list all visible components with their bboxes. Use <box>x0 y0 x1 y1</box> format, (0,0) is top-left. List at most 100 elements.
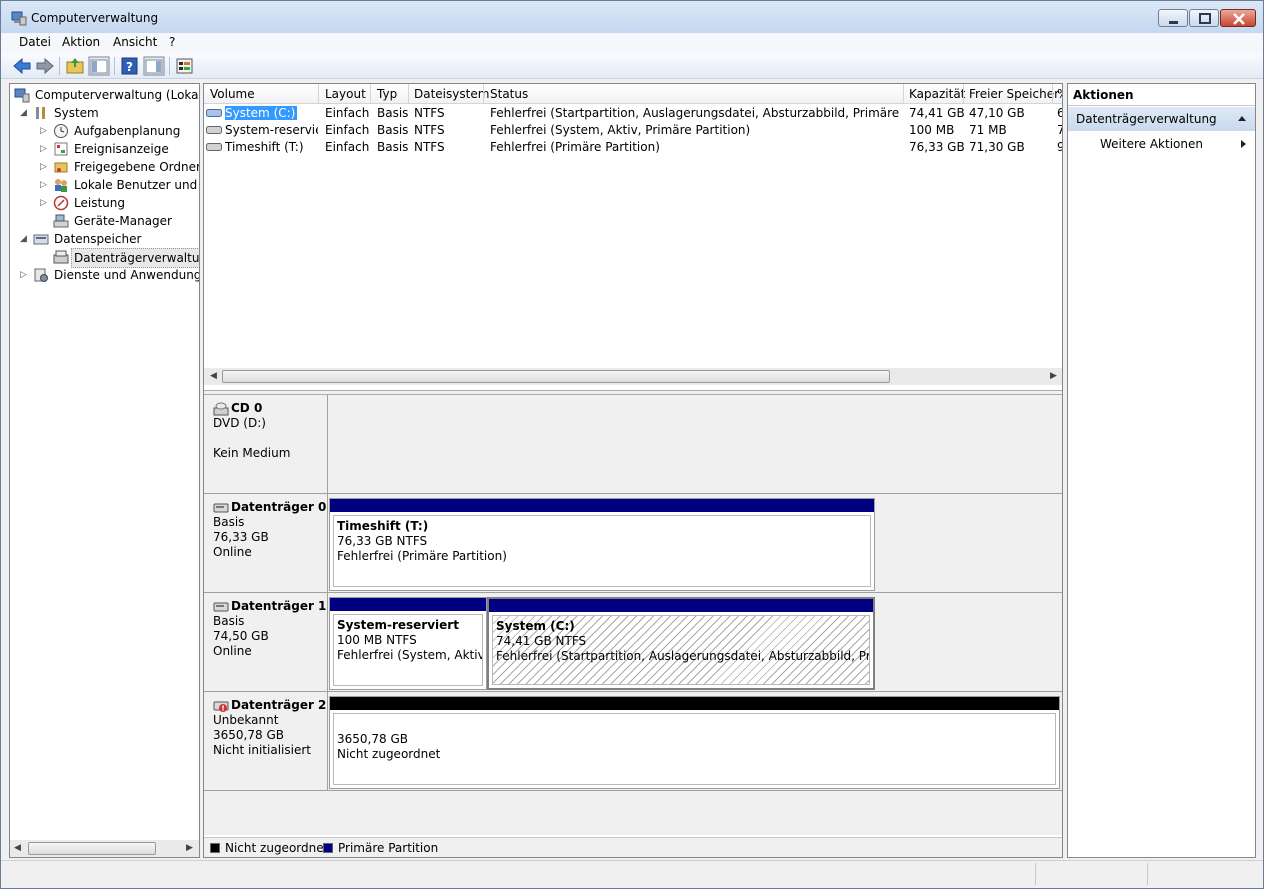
menu-bar: Datei Aktion Ansicht ? <box>1 33 1263 53</box>
disk-size: 74,50 GB <box>213 629 269 643</box>
title-bar: Computerverwaltung <box>1 1 1263 33</box>
expand-icon[interactable]: ▷ <box>40 140 47 158</box>
volume-row[interactable]: System (C:) Einfach Basis NTFS Fehlerfre… <box>204 105 1062 122</box>
status-divider <box>1035 863 1036 885</box>
column-volume[interactable]: Volume <box>210 87 255 101</box>
collapse-icon[interactable]: ◢ <box>20 230 27 248</box>
partition-status: Fehlerfrei (Startpartition, Auslagerungs… <box>496 649 869 663</box>
partition-system-reserviert[interactable]: System-reserviert 100 MB NTFS Fehlerfrei… <box>329 597 487 690</box>
column-divider[interactable] <box>903 84 904 104</box>
scroll-left-icon[interactable]: ◀ <box>210 371 217 381</box>
action-weitere-aktionen[interactable]: Weitere Aktionen <box>1068 134 1255 154</box>
cell-layout: Einfach <box>325 106 370 120</box>
expand-icon[interactable]: ▷ <box>40 158 47 176</box>
collapse-up-icon[interactable] <box>1237 114 1247 122</box>
tree-item-freigegebene-ordner[interactable]: ▷ Freigegebene Ordner <box>40 158 199 176</box>
cell-volume-text: System (C:) <box>225 106 298 120</box>
disk-label-cd0[interactable]: CD 0 DVD (D:) Kein Medium <box>204 395 328 494</box>
actions-section-header[interactable]: Datenträgerverwaltung <box>1068 107 1255 131</box>
tree-item-datenspeicher[interactable]: ◢ Datenspeicher <box>18 230 198 248</box>
disk-label-2[interactable]: Datenträger 2 Unbekannt 3650,78 GB Nicht… <box>204 692 328 791</box>
cd-drive-icon <box>213 402 229 416</box>
scroll-thumb[interactable] <box>28 842 156 855</box>
scroll-right-icon[interactable]: ▶ <box>1050 371 1057 381</box>
tree-item-root[interactable]: Computerverwaltung (Lokal) <box>14 86 199 104</box>
menu-aktion[interactable]: Aktion <box>62 35 100 49</box>
expand-icon[interactable]: ▷ <box>40 194 47 212</box>
properties-icon[interactable] <box>174 56 196 76</box>
column-divider[interactable] <box>963 84 964 104</box>
cell-volume: System-reserviert <box>225 123 318 137</box>
action-label: Weitere Aktionen <box>1100 137 1203 151</box>
cell-status: Fehlerfrei (System, Aktiv, Primäre Parti… <box>490 123 751 137</box>
computer-management-icon <box>14 88 30 103</box>
column-status[interactable]: Status <box>490 87 528 101</box>
disk-name: CD 0 <box>213 401 327 416</box>
expand-icon[interactable]: ▷ <box>40 176 47 194</box>
volume-list-horizontal-scrollbar[interactable]: ◀ ▶ <box>204 368 1062 385</box>
column-divider[interactable] <box>408 84 409 104</box>
status-divider <box>1147 863 1148 885</box>
volume-row[interactable]: System-reserviert Einfach Basis NTFS Feh… <box>204 122 1062 139</box>
cell-percent: 93 % <box>1057 140 1062 154</box>
column-layout[interactable]: Layout <box>325 87 366 101</box>
collapse-icon[interactable]: ◢ <box>20 104 27 122</box>
forward-icon[interactable] <box>34 56 56 76</box>
partition-system-c[interactable]: System (C:) 74,41 GB NTFS Fehlerfrei (St… <box>487 597 875 690</box>
hard-disk-icon <box>213 602 229 612</box>
column-divider[interactable] <box>483 84 484 104</box>
column-kapazitaet[interactable]: Kapazität <box>909 87 965 101</box>
tree-horizontal-scrollbar[interactable]: ◀ ▶ <box>10 840 199 857</box>
scroll-thumb[interactable] <box>222 370 890 383</box>
close-button[interactable] <box>1220 9 1256 27</box>
services-icon <box>34 268 48 282</box>
tree-item-system[interactable]: ◢ System <box>18 104 198 122</box>
disk-label-0[interactable]: Datenträger 0 Basis 76,33 GB Online <box>204 494 328 593</box>
minimize-button[interactable] <box>1158 9 1188 27</box>
partition-name: System (C:) <box>496 619 575 633</box>
disk-row-0: Datenträger 0 Basis 76,33 GB Online Time… <box>204 494 1062 593</box>
tree-label-leistung: Leistung <box>74 196 125 210</box>
actions-title: Aktionen <box>1068 84 1255 106</box>
device-manager-icon <box>53 214 69 228</box>
show-hide-action-icon[interactable] <box>143 56 165 76</box>
tree-item-datentraegerverwaltung[interactable]: Datenträgerverwaltung <box>40 248 199 268</box>
show-hide-tree-icon[interactable] <box>88 56 110 76</box>
partition-bar <box>330 697 1059 710</box>
partition-unallocated[interactable]: 3650,78 GB Nicht zugeordnet <box>329 696 1060 789</box>
menu-ansicht[interactable]: Ansicht <box>113 35 157 49</box>
disk-name-text: Datenträger 2 <box>231 698 327 712</box>
maximize-button[interactable] <box>1189 9 1219 27</box>
column-divider[interactable] <box>370 84 371 104</box>
partition-timeshift[interactable]: Timeshift (T:) 76,33 GB NTFS Fehlerfrei … <box>329 498 875 591</box>
disk-status: Kein Medium <box>213 446 291 460</box>
disk-label-1[interactable]: Datenträger 1 Basis 74,50 GB Online <box>204 593 328 692</box>
column-divider[interactable] <box>318 84 319 104</box>
menu-datei[interactable]: Datei <box>19 35 51 49</box>
scroll-left-icon[interactable]: ◀ <box>14 843 21 853</box>
tree-item-ereignisanzeige[interactable]: ▷ Ereignisanzeige <box>40 140 199 158</box>
column-divider[interactable] <box>1052 84 1053 104</box>
toolbar: ? <box>1 53 1263 79</box>
tree-item-aufgabenplanung[interactable]: ▷ Aufgabenplanung <box>40 122 199 140</box>
window-title: Computerverwaltung <box>31 11 159 25</box>
tree-item-leistung[interactable]: ▷ Leistung <box>40 194 199 212</box>
disk-management-icon <box>53 250 69 264</box>
expand-icon[interactable]: ▷ <box>40 122 47 140</box>
disk-graphical-view: CD 0 DVD (D:) Kein Medium Datenträger 0 … <box>204 395 1062 835</box>
tree-item-geraete-manager[interactable]: Geräte-Manager <box>40 212 199 230</box>
column-percent[interactable]: % <box>1057 87 1062 101</box>
help-icon[interactable]: ? <box>119 56 141 76</box>
up-folder-icon[interactable] <box>64 56 86 76</box>
back-icon[interactable] <box>11 56 33 76</box>
column-dateisystem[interactable]: Dateisystem <box>414 87 489 101</box>
column-typ[interactable]: Typ <box>377 87 397 101</box>
tree-item-dienste[interactable]: ▷ Dienste und Anwendungen <box>18 266 199 284</box>
disk-type: Basis <box>213 614 245 628</box>
column-freier-speicher[interactable]: Freier Speicher <box>969 87 1059 101</box>
volume-row[interactable]: Timeshift (T:) Einfach Basis NTFS Fehler… <box>204 139 1062 156</box>
tree-item-lokale-benutzer[interactable]: ▷ Lokale Benutzer und Gruppen <box>40 176 199 194</box>
menu-help[interactable]: ? <box>169 35 175 49</box>
expand-icon[interactable]: ▷ <box>20 266 27 284</box>
scroll-right-icon[interactable]: ▶ <box>186 843 193 853</box>
